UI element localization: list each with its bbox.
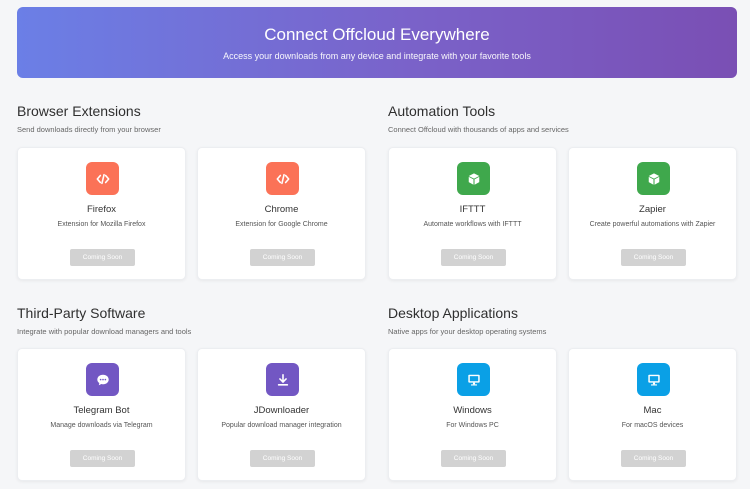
card-description: Create powerful automations with Zapier [589, 221, 716, 228]
section-browser-extensions: Browser Extensions Send downloads direct… [17, 103, 367, 134]
card-windows: Windows For Windows PC Coming Soon [388, 348, 557, 481]
card-title: IFTTT [459, 204, 486, 215]
code-icon [266, 162, 299, 195]
coming-soon-button[interactable]: Coming Soon [250, 450, 315, 467]
coming-soon-button[interactable]: Coming Soon [441, 450, 506, 467]
card-description: Popular download manager integration [221, 422, 342, 429]
cube-icon [637, 162, 670, 195]
section-subtitle: Integrate with popular download managers… [17, 327, 192, 336]
section-title: Automation Tools [388, 103, 496, 119]
card-description: For macOS devices [621, 422, 684, 429]
hero-subtitle: Access your downloads from any device an… [223, 51, 531, 61]
hero-title: Connect Offcloud Everywhere [264, 25, 490, 44]
coming-soon-button[interactable]: Coming Soon [621, 450, 686, 467]
section-automation-tools: Automation Tools Connect Offcloud with t… [388, 103, 738, 134]
section-title: Browser Extensions [17, 103, 141, 119]
card-description: For Windows PC [446, 422, 499, 429]
card-title: Mac [643, 405, 662, 416]
section-subtitle: Send downloads directly from your browse… [17, 125, 161, 134]
chat-bubble-icon [86, 363, 119, 396]
download-icon [266, 363, 299, 396]
card-jdownloader: JDownloader Popular download manager int… [197, 348, 366, 481]
card-mac: Mac For macOS devices Coming Soon [568, 348, 737, 481]
card-title: Firefox [86, 204, 117, 215]
card-description: Automate workflows with IFTTT [423, 221, 522, 228]
section-title: Third-Party Software [17, 305, 146, 321]
card-zapier: Zapier Create powerful automations with … [568, 147, 737, 280]
card-ifttt: IFTTT Automate workflows with IFTTT Comi… [388, 147, 557, 280]
card-title: JDownloader [253, 405, 310, 416]
card-chrome: Chrome Extension for Google Chrome Comin… [197, 147, 366, 280]
section-subtitle: Native apps for your desktop operating s… [388, 327, 547, 336]
card-description: Extension for Google Chrome [235, 221, 328, 228]
card-title: Telegram Bot [73, 405, 130, 416]
card-description: Extension for Mozilla Firefox [57, 221, 146, 228]
cube-icon [457, 162, 490, 195]
coming-soon-button[interactable]: Coming Soon [70, 450, 135, 467]
card-title: Windows [453, 405, 492, 416]
monitor-icon [457, 363, 490, 396]
coming-soon-button[interactable]: Coming Soon [441, 249, 506, 266]
code-icon [86, 162, 119, 195]
coming-soon-button[interactable]: Coming Soon [70, 249, 135, 266]
section-third-party-software: Third-Party Software Integrate with popu… [17, 305, 367, 336]
card-firefox: Firefox Extension for Mozilla Firefox Co… [17, 147, 186, 280]
card-telegram-bot: Telegram Bot Manage downloads via Telegr… [17, 348, 186, 481]
section-desktop-applications: Desktop Applications Native apps for you… [388, 305, 738, 336]
card-title: Chrome [264, 204, 299, 215]
monitor-icon [637, 363, 670, 396]
coming-soon-button[interactable]: Coming Soon [621, 249, 686, 266]
card-title: Zapier [639, 204, 666, 215]
hero-banner: Connect Offcloud Everywhere Access your … [17, 7, 737, 78]
section-title: Desktop Applications [388, 305, 518, 321]
section-subtitle: Connect Offcloud with thousands of apps … [388, 125, 569, 134]
card-description: Manage downloads via Telegram [50, 422, 153, 429]
coming-soon-button[interactable]: Coming Soon [250, 249, 315, 266]
